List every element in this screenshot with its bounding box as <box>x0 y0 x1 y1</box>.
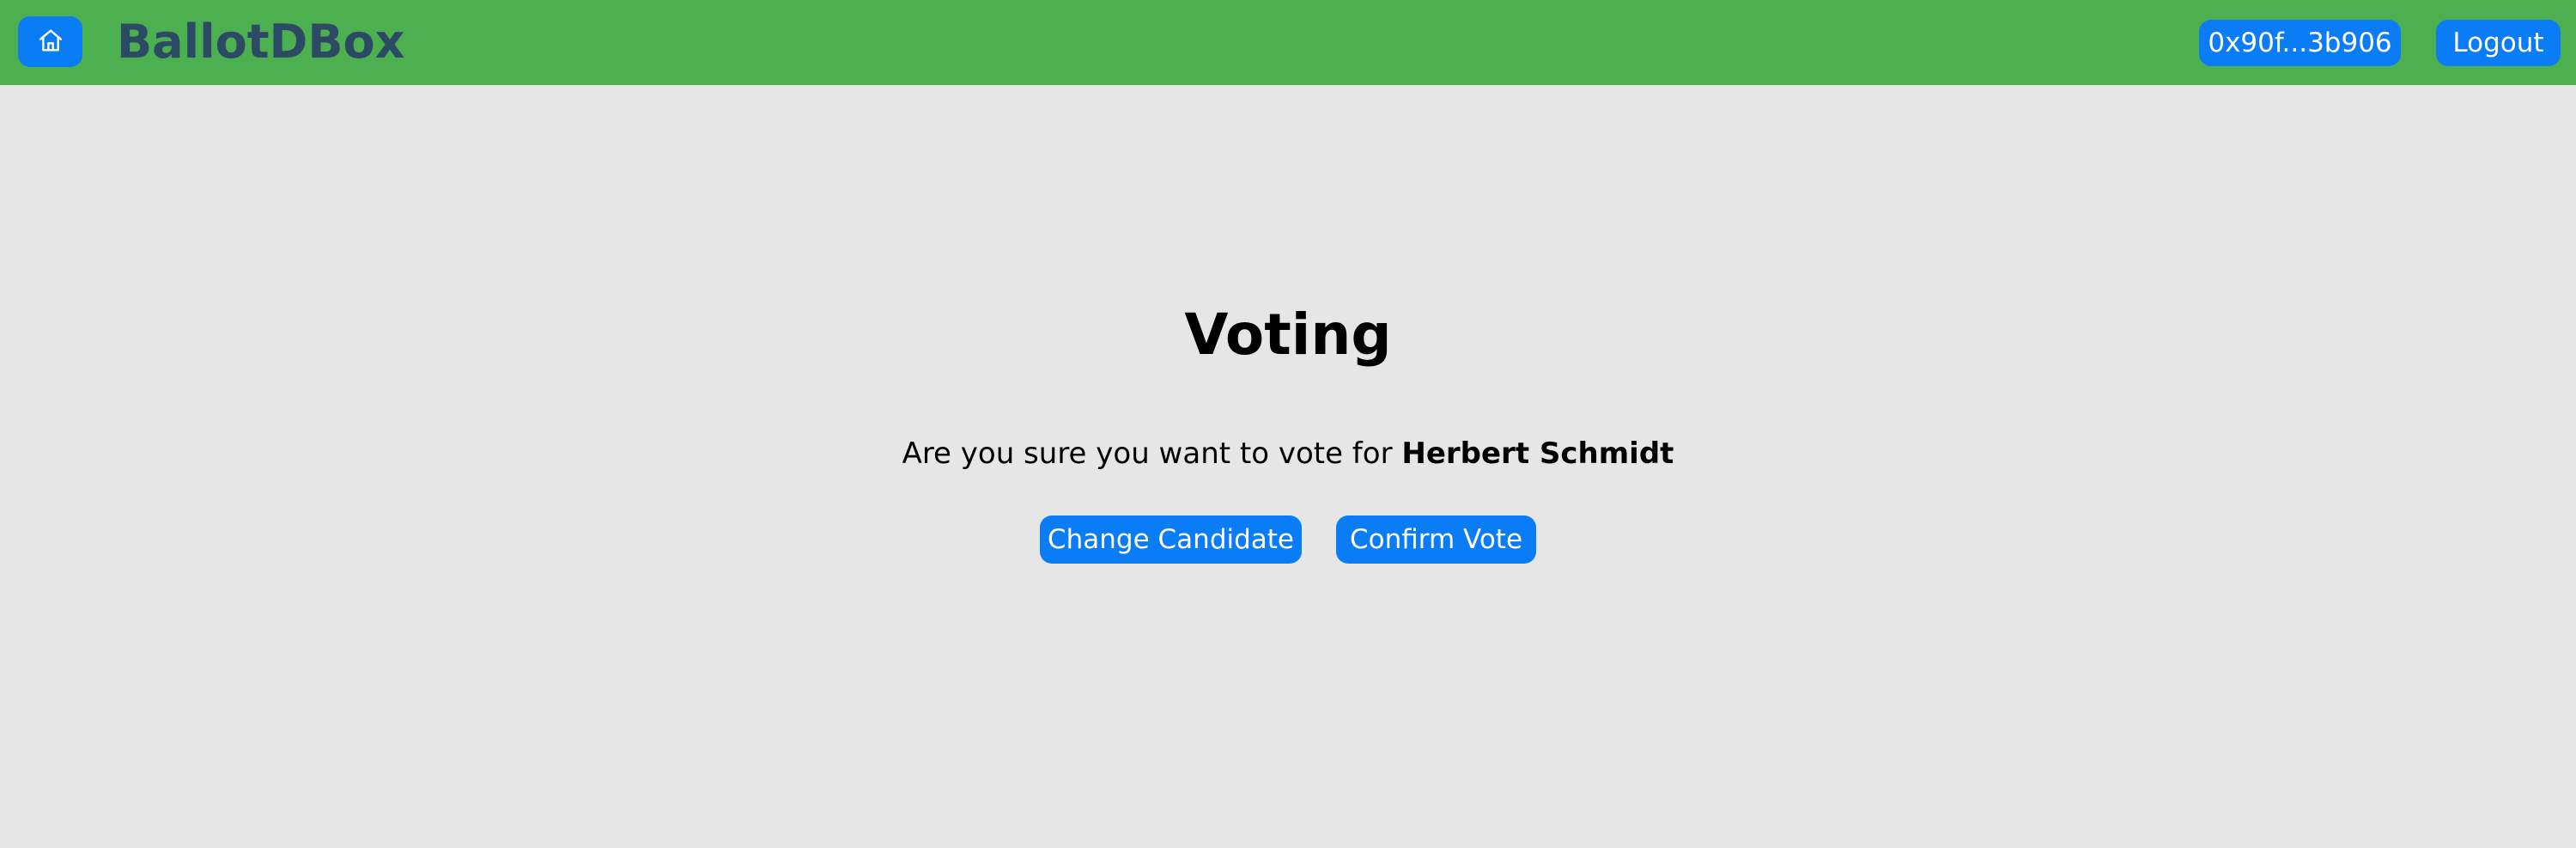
logout-button[interactable]: Logout <box>2436 20 2561 66</box>
top-navbar: BallotDBox 0x90f...3b906 Logout <box>0 0 2576 85</box>
confirm-vote-button[interactable]: Confirm Vote <box>1336 516 1536 564</box>
question-text: Are you sure you want to vote for <box>902 436 1402 471</box>
home-icon <box>37 27 64 58</box>
page-title: Voting <box>1184 302 1392 368</box>
change-candidate-button[interactable]: Change Candidate <box>1040 516 1302 564</box>
vote-confirmation-question: Are you sure you want to vote for Herber… <box>0 432 2576 475</box>
candidate-name: Herbert Schmidt <box>1401 436 1674 471</box>
home-button[interactable] <box>18 16 82 67</box>
brand-title: BallotDBox <box>117 15 405 69</box>
wallet-address-button[interactable]: 0x90f...3b906 <box>2199 20 2401 66</box>
